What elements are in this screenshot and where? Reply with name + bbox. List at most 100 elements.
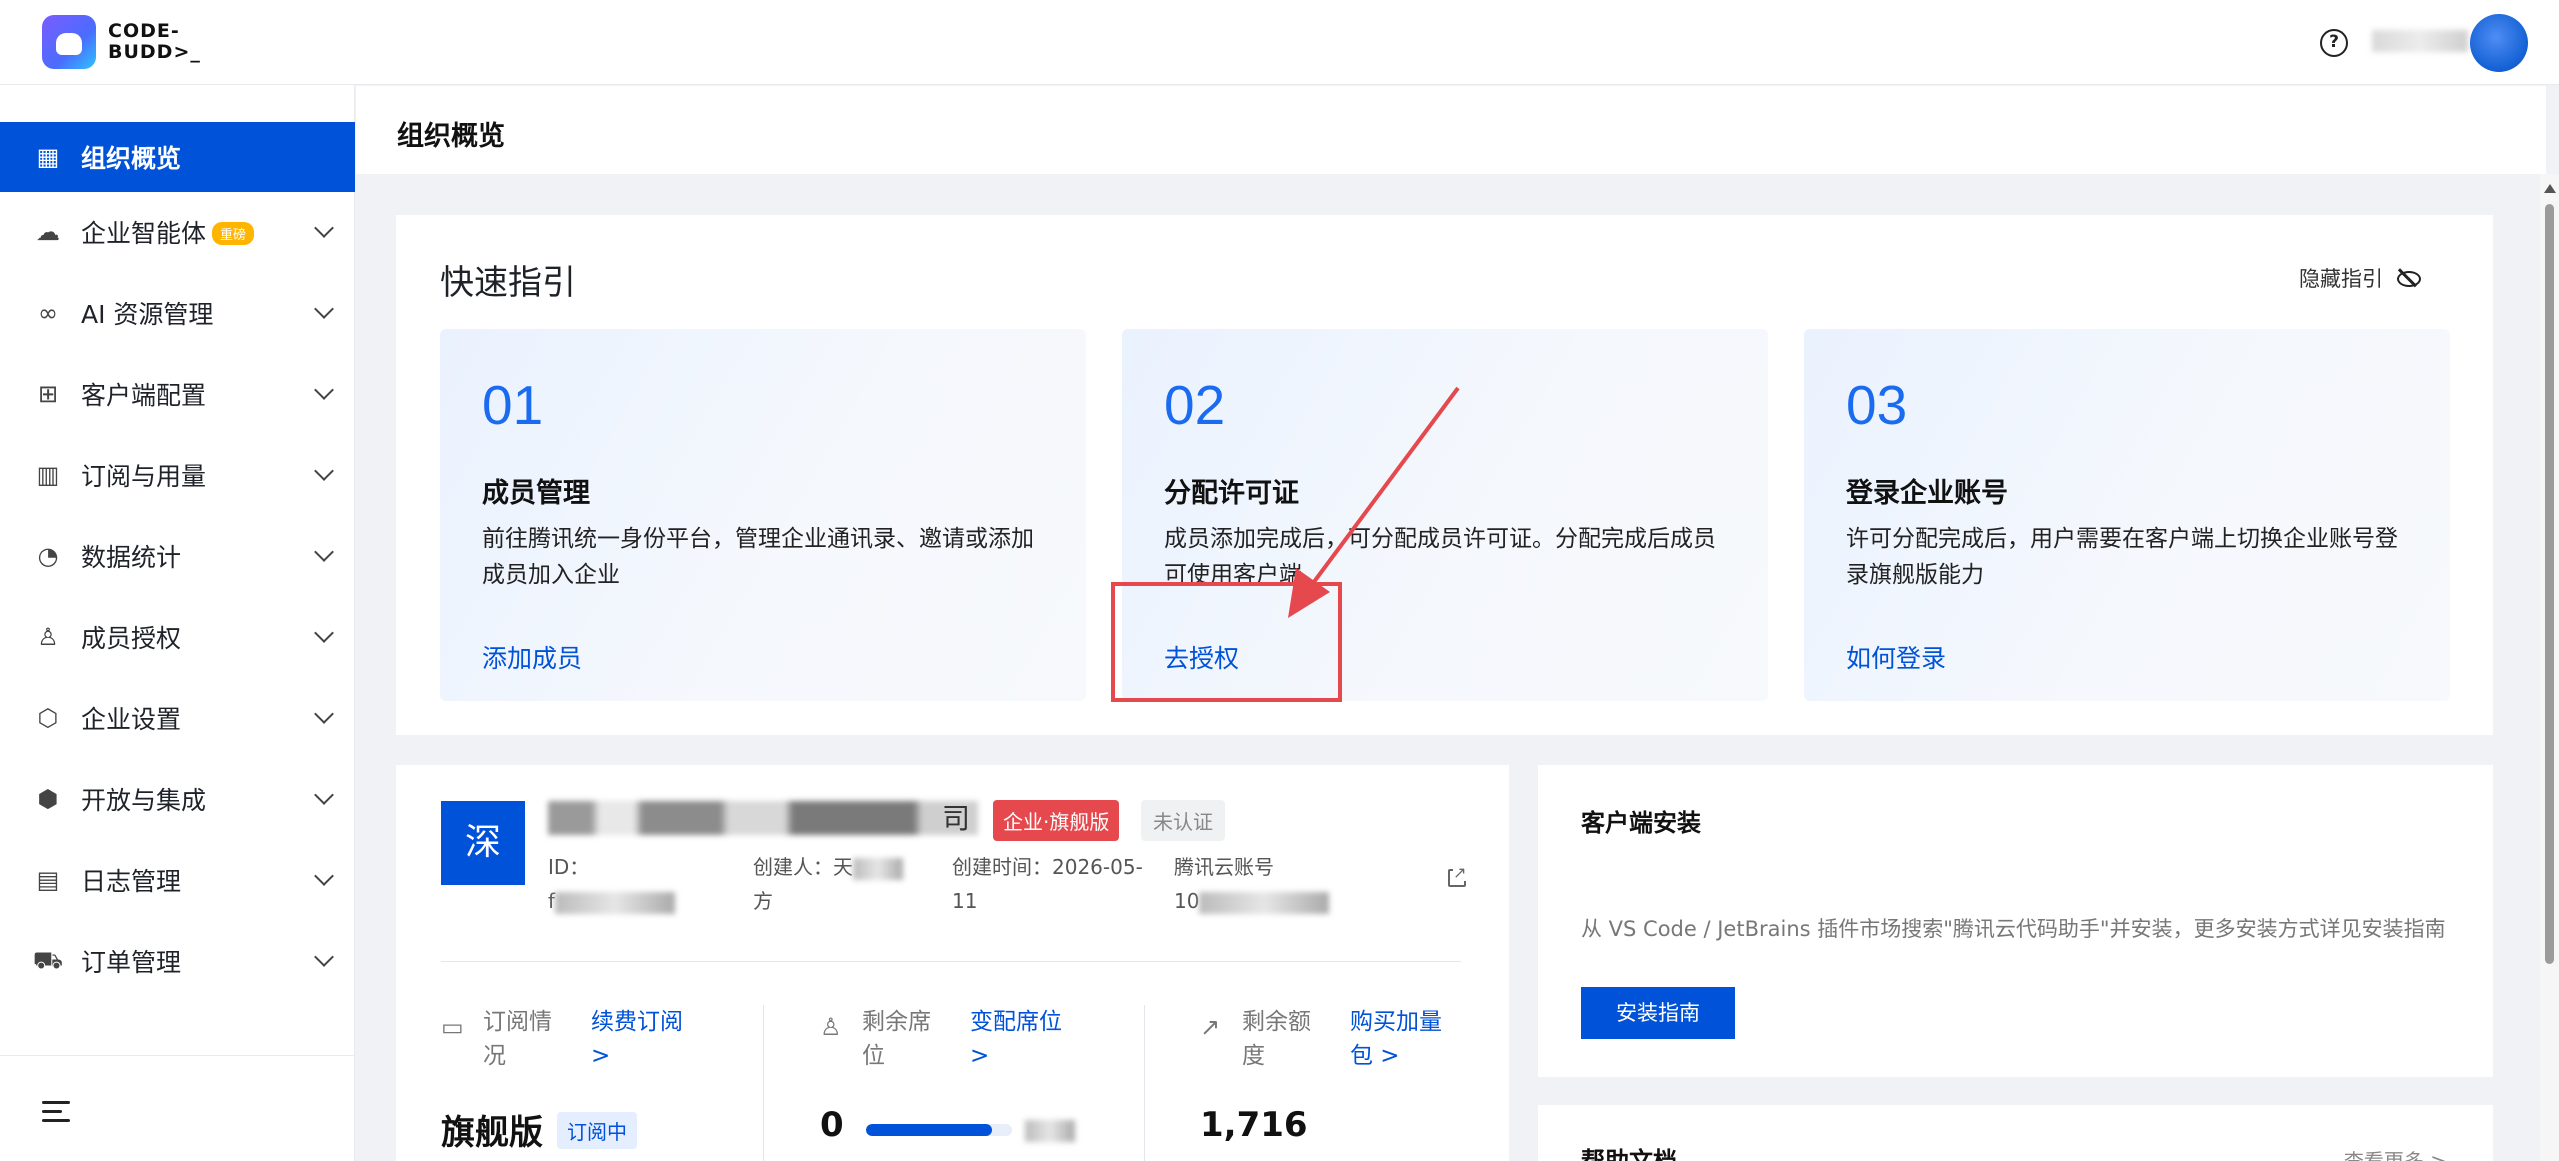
- chevron-down-icon[interactable]: [314, 218, 334, 238]
- logo-mark-icon: [42, 15, 96, 69]
- step-description: 前往腾讯统一身份平台，管理企业通讯录、邀请或添加成员加入企业: [482, 526, 1034, 588]
- user-icon: ♙: [820, 1013, 842, 1041]
- step-title: 成员管理: [482, 478, 590, 509]
- page-header: 组织概览: [356, 86, 2546, 174]
- org-creator: 创建人：天 方: [753, 850, 903, 918]
- sidebar-item-enterprise-settings[interactable]: ⬡ 企业设置: [0, 683, 355, 753]
- quota-value: 1,716: [1200, 1105, 1308, 1145]
- annotation-arrow: [1288, 386, 1460, 618]
- sidebar-item-label: 客户端配置: [81, 381, 207, 410]
- chevron-down-icon[interactable]: [314, 542, 334, 562]
- sidebar-item-order-management[interactable]: ⛟ 订单管理: [0, 926, 355, 996]
- sidebar-item-label: AI 资源管理: [81, 300, 214, 329]
- quick-guide-title: 快速指引: [440, 263, 576, 303]
- user-avatar[interactable]: [2470, 14, 2528, 72]
- user-icon: ♙: [37, 623, 59, 651]
- subscription-value: 旗舰版 订阅中: [441, 1105, 637, 1154]
- sidebar-item-label: 日志管理: [81, 867, 182, 896]
- sidebar-item-label: 企业智能体: [81, 219, 207, 248]
- add-member-link[interactable]: 添加成员: [482, 639, 582, 675]
- logo-text: CODE- BUDD>_: [108, 20, 201, 63]
- sidebar: ▦ 组织概览 ☁ 企业智能体 重磅 ∞ AI 资源管理 ⊞ 客户端配置 ▥ 订阅与…: [0, 85, 355, 1161]
- page-scrollbar[interactable]: [2540, 174, 2559, 1161]
- top-header: CODE- BUDD>_ ?: [0, 0, 2559, 85]
- chevron-down-icon[interactable]: [314, 866, 334, 886]
- help-icon[interactable]: ?: [2320, 29, 2348, 57]
- seats-progress-fill: [866, 1124, 992, 1136]
- org-avatar: 深: [441, 801, 525, 885]
- change-seats-link[interactable]: 变配席位 >: [970, 1005, 1080, 1073]
- chevron-down-icon[interactable]: [314, 947, 334, 967]
- sidebar-item-ai-resources[interactable]: ∞ AI 资源管理: [0, 278, 355, 348]
- stat-label: 订阅情况: [483, 1009, 552, 1069]
- cart-icon: ⛟: [32, 945, 64, 974]
- bar-chart-icon: ▥: [36, 461, 60, 489]
- org-id: ID： f: [548, 850, 676, 918]
- seats-value: 0: [820, 1105, 844, 1145]
- sidebar-item-data-stats[interactable]: ◔ 数据统计: [0, 521, 355, 591]
- calendar-icon: ▤: [36, 866, 60, 894]
- page-title: 组织概览: [397, 121, 505, 152]
- how-to-login-link[interactable]: 如何登录: [1846, 639, 1946, 675]
- chevron-down-icon[interactable]: [314, 623, 334, 643]
- sidebar-item-client-config[interactable]: ⊞ 客户端配置: [0, 359, 355, 429]
- eye-off-icon: [2395, 269, 2421, 287]
- step-description: 许可分配完成后，用户需要在客户端上切换企业账号登录旗舰版能力: [1846, 526, 2398, 588]
- step-number: 02: [1164, 374, 1226, 436]
- chevron-down-icon[interactable]: [314, 785, 334, 805]
- sidebar-item-member-auth[interactable]: ♙ 成员授权: [0, 602, 355, 672]
- sidebar-item-log-management[interactable]: ▤ 日志管理: [0, 845, 355, 915]
- divider: [1144, 1005, 1145, 1161]
- sidebar-item-label: 成员授权: [81, 624, 182, 653]
- seats-total-redacted: [1025, 1120, 1075, 1142]
- sidebar-item-subscription-usage[interactable]: ▥ 订阅与用量: [0, 440, 355, 510]
- sidebar-item-enterprise-agent[interactable]: ☁ 企业智能体 重磅: [0, 197, 355, 267]
- step-title: 登录企业账号: [1846, 478, 2008, 509]
- view-more-link[interactable]: 查看更多 >: [2344, 1145, 2447, 1161]
- stat-label: 剩余席位: [862, 1009, 931, 1069]
- stat-label: 剩余额度: [1242, 1009, 1311, 1069]
- sidebar-item-label: 组织概览: [81, 144, 182, 173]
- client-install-card: 客户端安装 从 VS Code / JetBrains 插件市场搜索"腾讯云代码…: [1538, 765, 2493, 1077]
- help-docs-card: 帮助文档 查看更多 >: [1538, 1105, 2493, 1161]
- sidebar-item-label: 开放与集成: [81, 786, 207, 815]
- codebuddy-logo[interactable]: CODE- BUDD>_: [42, 15, 201, 69]
- renew-subscription-link[interactable]: 续费订阅 >: [591, 1005, 701, 1073]
- org-name-suffix: 司: [942, 802, 971, 835]
- trend-up-icon: ↗: [1200, 1013, 1221, 1041]
- org-info-card: 深 司 企业·旗舰版 未认证 ID： f 创建人：天 方 创建时间：2026-0…: [396, 765, 1509, 1161]
- step-number: 03: [1846, 374, 1908, 436]
- step-number: 01: [482, 374, 544, 436]
- cube-icon: ⬢: [37, 785, 59, 813]
- scroll-thumb[interactable]: [2545, 204, 2554, 964]
- scroll-up-icon[interactable]: [2544, 184, 2556, 193]
- external-link-icon[interactable]: [1448, 865, 1467, 887]
- username-redacted[interactable]: [2372, 30, 2468, 52]
- chevron-down-icon[interactable]: [314, 380, 334, 400]
- divider: [763, 1005, 764, 1161]
- collapse-sidebar-icon[interactable]: [42, 1101, 70, 1123]
- chevron-down-icon[interactable]: [314, 461, 334, 481]
- settings-icon: ⬡: [37, 704, 59, 732]
- install-guide-button[interactable]: 安装指南: [1581, 987, 1735, 1039]
- cloud-icon: ☁: [36, 218, 60, 246]
- sidebar-footer: [0, 1055, 355, 1161]
- plan-tag: 企业·旗舰版: [993, 800, 1120, 841]
- guide-step-card: 01 成员管理 前往腾讯统一身份平台，管理企业通讯录、邀请或添加成员加入企业 添…: [440, 329, 1086, 701]
- sidebar-item-label: 订阅与用量: [81, 462, 207, 491]
- chevron-down-icon[interactable]: [314, 299, 334, 319]
- chevron-down-icon[interactable]: [314, 704, 334, 724]
- hide-guide-button[interactable]: 隐藏指引: [2299, 263, 2421, 293]
- org-cloud-account: 腾讯云账号 10: [1174, 850, 1330, 918]
- sidebar-item-open-integration[interactable]: ⬢ 开放与集成: [0, 764, 355, 834]
- subscription-status-badge: 订阅中: [557, 1112, 637, 1149]
- guide-step-card: 03 登录企业账号 许可分配完成后，用户需要在客户端上切换企业账号登录旗舰版能力…: [1804, 329, 2450, 701]
- highlight-badge: 重磅: [212, 221, 255, 245]
- org-created-time: 创建时间：2026-05- 11: [952, 855, 1143, 913]
- sidebar-item-org-overview[interactable]: ▦ 组织概览: [0, 122, 355, 192]
- monitor-icon: ▭: [441, 1013, 464, 1041]
- org-name-redacted: [548, 801, 978, 835]
- buy-addon-link[interactable]: 购买加量包 >: [1350, 1005, 1460, 1073]
- pie-chart-icon: ◔: [37, 542, 59, 570]
- divider: [441, 961, 1461, 962]
